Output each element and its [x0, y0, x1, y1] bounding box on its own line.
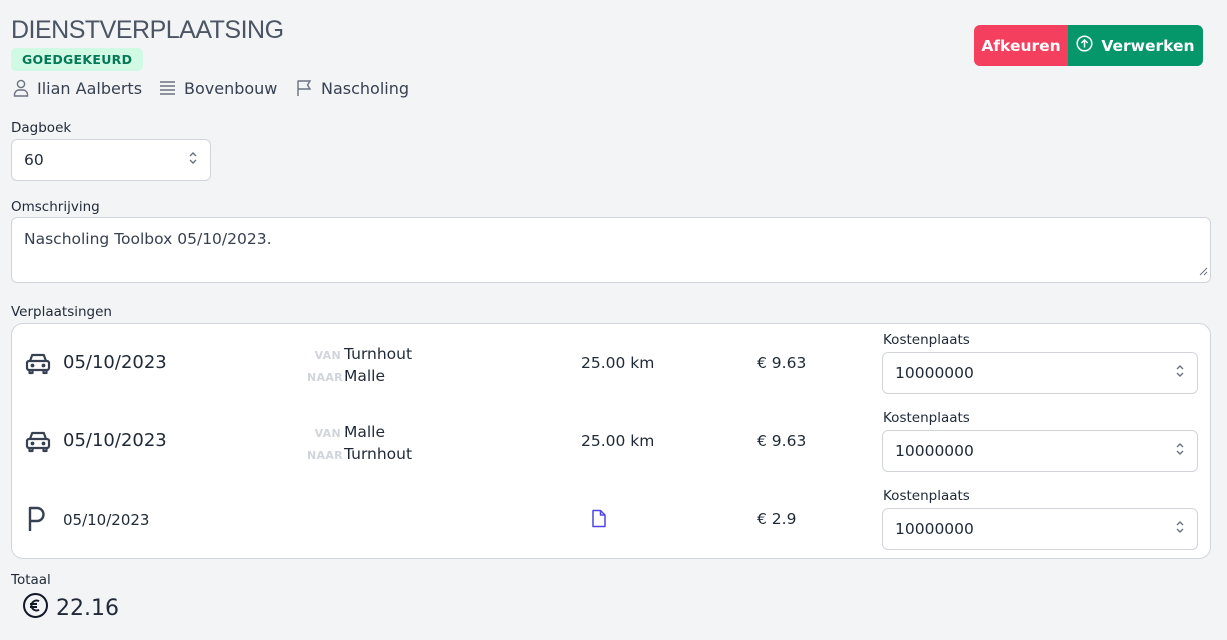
- stack-icon: [159, 80, 176, 96]
- trip-date: 05/10/2023: [63, 430, 167, 451]
- cost-center-label: Kostenplaats: [883, 332, 970, 348]
- dagboek-value: 60: [24, 151, 44, 169]
- person-name: Ilian Aalberts: [37, 78, 143, 98]
- trip-amount: € 9.63: [757, 354, 807, 372]
- page-title: DIENSTVERPLAATSING: [11, 16, 284, 44]
- trip-row: 05/10/2023 VAN Malle NAARTurnhout 25.00 k…: [12, 402, 1210, 480]
- trip-route: VAN Malle NAARTurnhout: [307, 422, 412, 466]
- trip-row: 05/10/2023 VAN Turnhout NAARMalle 25.00 k…: [12, 324, 1210, 402]
- department-name: Bovenbouw: [184, 78, 278, 98]
- cost-center-select[interactable]: 10000000: [882, 352, 1198, 394]
- cost-center-select[interactable]: 10000000: [882, 430, 1198, 472]
- flag-icon: [296, 79, 313, 97]
- chevron-updown-icon: [1175, 442, 1185, 460]
- parking-icon: [26, 505, 50, 537]
- cost-center-select[interactable]: 10000000: [882, 508, 1198, 550]
- meta-category: Nascholing: [296, 76, 409, 100]
- omschrijving-label: Omschrijving: [11, 199, 100, 215]
- car-icon: [24, 427, 52, 459]
- trip-to: Turnhout: [344, 445, 413, 463]
- trip-amount: € 9.63: [757, 432, 807, 450]
- car-icon: [24, 349, 52, 381]
- trip-from: Malle: [344, 423, 386, 441]
- to-tag: NAAR: [307, 371, 343, 384]
- to-tag: NAAR: [307, 449, 343, 462]
- meta-department: Bovenbouw: [159, 76, 277, 100]
- trip-row: 05/10/2023 € 2.9 Kostenplaats 10000000: [12, 480, 1210, 558]
- document-icon[interactable]: [591, 509, 607, 532]
- euro-circle-icon: [22, 592, 49, 625]
- dagboek-label: Dagboek: [11, 120, 72, 136]
- cost-center-value: 10000000: [895, 520, 974, 538]
- process-button-label: Verwerken: [1101, 36, 1195, 55]
- total-value: 22.16: [56, 596, 119, 621]
- user-icon: [13, 79, 29, 97]
- cost-center-value: 10000000: [895, 442, 974, 460]
- omschrijving-value: Nascholing Toolbox 05/10/2023.: [24, 230, 272, 248]
- from-tag: VAN: [314, 427, 341, 440]
- verplaatsingen-label: Verplaatsingen: [11, 304, 112, 320]
- status-badge: GOEDGEKEURD: [11, 48, 144, 71]
- trip-date: 05/10/2023: [63, 352, 167, 373]
- trip-amount: € 2.9: [757, 510, 797, 528]
- reject-button[interactable]: Afkeuren: [974, 25, 1068, 66]
- omschrijving-textarea[interactable]: Nascholing Toolbox 05/10/2023.: [11, 217, 1211, 283]
- trip-from: Turnhout: [344, 345, 413, 363]
- total-label: Totaal: [11, 572, 51, 588]
- dagboek-select[interactable]: 60: [11, 139, 211, 181]
- trip-date: 05/10/2023: [63, 511, 150, 529]
- meta-person: Ilian Aalberts: [13, 76, 142, 100]
- trip-distance: 25.00 km: [581, 354, 655, 372]
- process-button[interactable]: Verwerken: [1068, 25, 1203, 66]
- total: 22.16: [22, 592, 119, 625]
- trip-distance: 25.00 km: [581, 432, 655, 450]
- cost-center-label: Kostenplaats: [883, 488, 970, 504]
- category-name: Nascholing: [321, 78, 410, 98]
- trips-card: 05/10/2023 VAN Turnhout NAARMalle 25.00 k…: [11, 323, 1211, 559]
- from-tag: VAN: [314, 349, 341, 362]
- chevron-updown-icon: [1175, 520, 1185, 538]
- cost-center-value: 10000000: [895, 364, 974, 382]
- chevron-updown-icon: [188, 151, 198, 169]
- action-buttons: Afkeuren Verwerken: [974, 25, 1203, 66]
- arrow-up-circle-icon: [1076, 35, 1093, 56]
- resize-handle-icon[interactable]: [1199, 262, 1208, 280]
- chevron-updown-icon: [1175, 364, 1185, 382]
- trip-route: VAN Turnhout NAARMalle: [307, 344, 412, 388]
- cost-center-label: Kostenplaats: [883, 410, 970, 426]
- trip-to: Malle: [344, 367, 386, 385]
